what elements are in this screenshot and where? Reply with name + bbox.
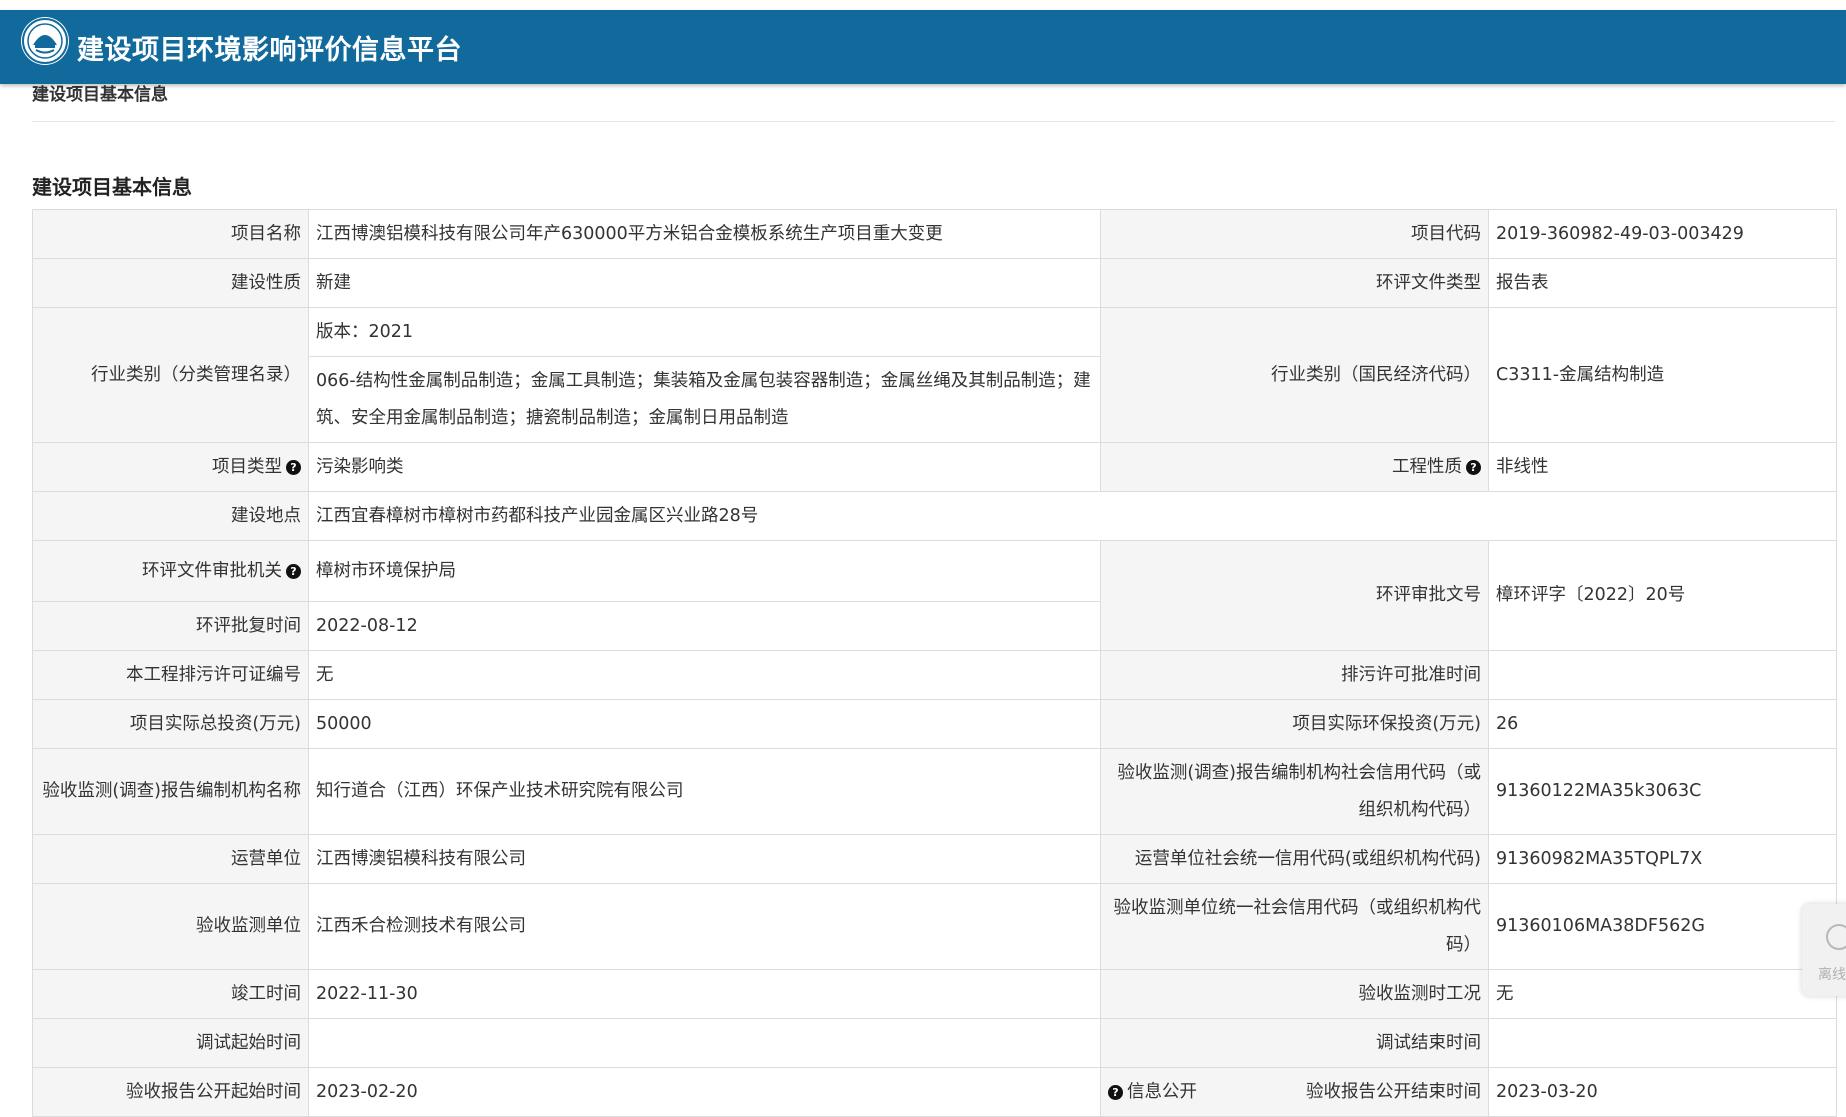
help-icon[interactable]: ? xyxy=(286,459,301,475)
monitor-unit-label: 验收监测单位 xyxy=(32,883,309,970)
online-service-label: 离线 xyxy=(1818,967,1846,983)
project-type-label-cell: 项目类型? xyxy=(32,442,309,492)
help-icon[interactable]: ? xyxy=(286,563,301,579)
info-public-label: 信息公开 xyxy=(1127,1081,1197,1102)
publish-start-value: 2023-02-20 xyxy=(308,1067,1101,1117)
table-row: 行业类别（分类管理名录） 版本：2021 行业类别（国民经济代码） C3311-… xyxy=(32,307,1837,443)
discharge-permit-no-label: 本工程排污许可证编号 xyxy=(32,650,309,700)
env-investment-value: 26 xyxy=(1488,699,1837,749)
table-row: 项目名称 江西博澳铝模科技有限公司年产630000平方米铝合金模板系统生产项目重… xyxy=(32,209,1837,259)
project-code-value: 2019-360982-49-03-003429 xyxy=(1488,209,1837,259)
table-row: 本工程排污许可证编号 无 排污许可批准时间 xyxy=(32,650,1837,700)
industry-mgmt-label: 行业类别（分类管理名录） xyxy=(32,307,309,443)
industry-national-value: C3311-金属结构制造 xyxy=(1488,307,1837,443)
table-row: 调试起始时间 调试结束时间 xyxy=(32,1018,1837,1068)
discharge-permit-date-value xyxy=(1488,650,1837,700)
table-row: 项目类型? 污染影响类 工程性质? 非线性 xyxy=(32,442,1837,492)
table-row: 验收报告公开起始时间 2023-02-20 ? 信息公开 验收报告公开结束时间 2… xyxy=(32,1067,1837,1117)
online-service-widget[interactable]: 离线 xyxy=(1802,904,1846,996)
project-type-value: 污染影响类 xyxy=(308,442,1101,492)
env-investment-label: 项目实际环保投资(万元) xyxy=(1100,699,1489,749)
operator-value: 江西博澳铝模科技有限公司 xyxy=(308,834,1101,884)
approval-doc-no-value: 樟环评字〔2022〕20号 xyxy=(1488,540,1837,651)
project-info-table: 项目名称 江西博澳铝模科技有限公司年产630000平方米铝合金模板系统生产项目重… xyxy=(32,209,1837,1117)
monitor-condition-label: 验收监测时工况 xyxy=(1100,969,1489,1019)
table-row: 建设性质 新建 环评文件类型 报告表 xyxy=(32,258,1837,308)
engineering-nature-label: 工程性质 xyxy=(1392,456,1462,477)
eia-doc-type-value: 报告表 xyxy=(1488,258,1837,308)
completion-date-value: 2022-11-30 xyxy=(308,969,1101,1019)
table-row: 运营单位 江西博澳铝模科技有限公司 运营单位社会统一信用代码(或组织机构代码) … xyxy=(32,834,1837,884)
monitor-unit-value: 江西禾合检测技术有限公司 xyxy=(308,883,1101,970)
engineering-nature-value: 非线性 xyxy=(1488,442,1837,492)
publish-end-value: 2023-03-20 xyxy=(1488,1067,1837,1117)
report-org-code-label: 验收监测(调查)报告编制机构社会信用代码（或组织机构代码） xyxy=(1100,748,1489,835)
location-value: 江西宜春樟树市樟树市药都科技产业园金属区兴业路28号 xyxy=(308,491,1837,541)
eia-doc-type-label: 环评文件类型 xyxy=(1100,258,1489,308)
industry-mgmt-version: 版本：2021 xyxy=(308,307,1101,357)
debug-start-label: 调试起始时间 xyxy=(32,1018,309,1068)
environmental-emblem-logo xyxy=(21,17,69,65)
completion-date-label: 竣工时间 xyxy=(32,969,309,1019)
table-row: 验收监测单位 江西禾合检测技术有限公司 验收监测单位统一社会信用代码（或组织机构… xyxy=(32,883,1837,970)
monitor-condition-value: 无 xyxy=(1488,969,1837,1019)
approval-authority-label-cell: 环评文件审批机关? xyxy=(32,540,309,602)
section-title: 建设项目基本信息 xyxy=(32,175,192,199)
project-code-label: 项目代码 xyxy=(1100,209,1489,259)
breadcrumb-divider xyxy=(32,121,1835,122)
monitor-unit-code-value: 91360106MA38DF562G xyxy=(1488,883,1837,970)
debug-end-value xyxy=(1488,1018,1837,1068)
table-row: 建设地点 江西宜春樟树市樟树市药都科技产业园金属区兴业路28号 xyxy=(32,491,1837,541)
construction-nature-label: 建设性质 xyxy=(32,258,309,308)
table-row: 环评文件审批机关? 樟树市环境保护局 环评审批文号 樟环评字〔2022〕20号 xyxy=(32,540,1837,651)
construction-nature-value: 新建 xyxy=(308,258,1101,308)
info-public-tag[interactable]: ? 信息公开 xyxy=(1108,1074,1197,1111)
top-header-bar: 建设项目环境影响评价信息平台 xyxy=(0,10,1846,84)
total-investment-label: 项目实际总投资(万元) xyxy=(32,699,309,749)
site-title: 建设项目环境影响评价信息平台 xyxy=(77,35,462,66)
discharge-permit-date-label: 排污许可批准时间 xyxy=(1100,650,1489,700)
project-name-value: 江西博澳铝模科技有限公司年产630000平方米铝合金模板系统生产项目重大变更 xyxy=(308,209,1101,259)
publish-end-label: 验收报告公开结束时间 xyxy=(1306,1081,1481,1102)
project-type-label: 项目类型 xyxy=(212,456,282,477)
operator-code-label: 运营单位社会统一信用代码(或组织机构代码) xyxy=(1100,834,1489,884)
report-org-name-value: 知行道合（江西）环保产业技术研究院有限公司 xyxy=(308,748,1101,835)
approval-date-label: 环评批复时间 xyxy=(32,601,309,651)
table-row: 项目实际总投资(万元) 50000 项目实际环保投资(万元) 26 xyxy=(32,699,1837,749)
debug-end-label: 调试结束时间 xyxy=(1100,1018,1489,1068)
table-row: 验收监测(调查)报告编制机构名称 知行道合（江西）环保产业技术研究院有限公司 验… xyxy=(32,748,1837,835)
approval-date-value: 2022-08-12 xyxy=(308,601,1101,651)
publish-end-label-cell: ? 信息公开 验收报告公开结束时间 xyxy=(1100,1067,1489,1117)
table-row: 竣工时间 2022-11-30 验收监测时工况 无 xyxy=(32,969,1837,1019)
discharge-permit-no-value: 无 xyxy=(308,650,1101,700)
report-org-code-value: 91360122MA35k3063C xyxy=(1488,748,1837,835)
monitor-unit-code-label: 验收监测单位统一社会信用代码（或组织机构代码） xyxy=(1100,883,1489,970)
operator-code-value: 91360982MA35TQPL7X xyxy=(1488,834,1837,884)
help-icon[interactable]: ? xyxy=(1466,459,1481,475)
operator-label: 运营单位 xyxy=(32,834,309,884)
project-name-label: 项目名称 xyxy=(32,209,309,259)
approval-doc-no-label: 环评审批文号 xyxy=(1100,540,1489,651)
help-icon[interactable]: ? xyxy=(1108,1084,1123,1100)
debug-start-value xyxy=(308,1018,1101,1068)
industry-mgmt-value: 066-结构性金属制品制造；金属工具制造；集装箱及金属包装容器制造；金属丝绳及其… xyxy=(308,356,1101,443)
location-label: 建设地点 xyxy=(32,491,309,541)
approval-authority-label: 环评文件审批机关 xyxy=(142,560,282,581)
industry-national-label: 行业类别（国民经济代码） xyxy=(1100,307,1489,443)
chat-bubble-icon xyxy=(1826,924,1846,950)
approval-authority-value: 樟树市环境保护局 xyxy=(308,540,1101,602)
report-org-name-label: 验收监测(调查)报告编制机构名称 xyxy=(32,748,309,835)
engineering-nature-label-cell: 工程性质? xyxy=(1100,442,1489,492)
total-investment-value: 50000 xyxy=(308,699,1101,749)
publish-start-label: 验收报告公开起始时间 xyxy=(32,1067,309,1117)
